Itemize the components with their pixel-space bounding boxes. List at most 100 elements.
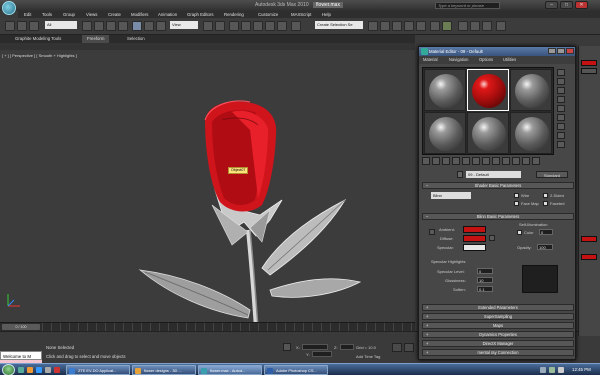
maps-rollout[interactable]: + Maps [422, 322, 574, 329]
rendered-frame-window-icon[interactable] [470, 21, 480, 31]
select-object-icon[interactable] [82, 21, 92, 31]
me-menu-options[interactable]: Options [479, 56, 493, 64]
quicklaunch-icon[interactable] [27, 367, 33, 373]
selection-filter-dropdown[interactable]: All [45, 21, 77, 29]
maxscript-listener[interactable]: Welcome to M [0, 351, 42, 360]
keyboard-shortcut-icon[interactable] [229, 21, 239, 31]
mental-ray-connection-rollout[interactable]: + mental ray Connection [422, 349, 574, 356]
menu-graph-editors[interactable]: Graph Editors [187, 11, 214, 18]
undo-icon[interactable] [5, 21, 15, 31]
help-search-input[interactable]: Type a keyword or phrase [435, 2, 500, 9]
self-illum-color-field[interactable]: 0 [539, 229, 553, 235]
color-swatch-lower-2[interactable] [581, 254, 597, 260]
menu-maxscript[interactable]: MAXScript [291, 11, 311, 18]
material-effects-channel-icon[interactable] [492, 157, 500, 165]
object-color-swatch[interactable] [581, 60, 597, 66]
material-name-field[interactable]: 09 - Default [466, 171, 521, 178]
z-coord-field[interactable] [340, 344, 354, 350]
pivot-icon[interactable] [203, 21, 213, 31]
directx-manager-rollout[interactable]: + DirectX Manager [422, 340, 574, 347]
app-logo-button[interactable] [2, 1, 16, 15]
show-map-in-viewport-icon[interactable] [502, 157, 510, 165]
backlight-icon[interactable] [557, 78, 565, 85]
me-menu-utilities[interactable]: Utilities [503, 56, 516, 64]
start-button[interactable] [2, 364, 15, 375]
dynamics-properties-rollout[interactable]: + Dynamics Properties [422, 331, 574, 338]
redo-icon[interactable] [17, 21, 27, 31]
ribbon-toggle-icon[interactable] [404, 21, 414, 31]
render-production-icon[interactable] [482, 21, 492, 31]
me-close-button[interactable] [566, 48, 574, 54]
options-icon[interactable] [557, 123, 565, 130]
quicklaunch-icon[interactable] [54, 367, 60, 373]
video-color-check-icon[interactable] [557, 105, 565, 112]
taskbar-button-active[interactable]: flower.max - Autod... [198, 365, 262, 375]
align-icon[interactable] [380, 21, 390, 31]
quicklaunch-icon[interactable] [45, 367, 51, 373]
menu-customize[interactable]: Customize [258, 11, 278, 18]
blinn-basic-parameters-rollout[interactable]: – Blinn Basic Parameters [422, 213, 574, 220]
me-maximize-button[interactable] [557, 48, 565, 54]
show-end-result-icon[interactable] [512, 157, 520, 165]
tray-icon[interactable] [558, 367, 564, 373]
y-coord-field[interactable] [312, 351, 332, 357]
layer-manager-icon[interactable] [392, 21, 402, 31]
reference-coord-dropdown[interactable]: View [170, 21, 198, 29]
pick-material-icon[interactable] [457, 171, 463, 178]
specular-color-swatch[interactable] [463, 244, 486, 251]
shader-dropdown[interactable]: Blinn [431, 192, 471, 199]
sample-slot-active[interactable] [467, 69, 509, 111]
supersampling-rollout[interactable]: + SuperSampling [422, 313, 574, 320]
sample-slot[interactable] [510, 112, 552, 154]
snaps-icon[interactable] [241, 21, 251, 31]
me-menu-navigation[interactable]: Navigation [449, 56, 468, 64]
sample-slot[interactable] [424, 112, 466, 154]
opacity-field[interactable]: 100 [537, 244, 553, 250]
wire-checkbox[interactable] [514, 193, 519, 198]
percent-snap-icon[interactable] [265, 21, 275, 31]
taskbar-button[interactable]: flower designs - 3D ... [132, 365, 196, 375]
me-menu-material[interactable]: Material [423, 56, 438, 64]
mirror-icon[interactable] [368, 21, 378, 31]
auto-key-button[interactable] [392, 343, 402, 352]
taskbar-button[interactable]: Adobe Photoshop CS... [264, 365, 328, 375]
quicklaunch-icon[interactable] [36, 367, 42, 373]
assign-material-icon[interactable] [442, 157, 450, 165]
two-sided-checkbox[interactable] [543, 193, 548, 198]
lock-ambient-diffuse-icon[interactable] [429, 229, 435, 235]
extended-parameters-rollout[interactable]: + Extended Parameters [422, 304, 574, 311]
add-time-tag-button[interactable]: Add Time Tag [356, 354, 380, 359]
make-unique-icon[interactable] [472, 157, 480, 165]
rect-selection-icon[interactable] [106, 21, 116, 31]
sample-slot[interactable] [467, 112, 509, 154]
selection-lock-icon[interactable] [283, 343, 291, 351]
material-type-button[interactable]: Standard [536, 171, 568, 178]
shader-basic-parameters-rollout[interactable]: – Shader Basic Parameters [422, 182, 574, 189]
manipulate-icon[interactable] [215, 21, 225, 31]
sample-slot[interactable] [510, 69, 552, 111]
quicklaunch-icon[interactable] [18, 367, 24, 373]
x-coord-field[interactable] [302, 344, 328, 350]
maximize-button[interactable]: □ [560, 1, 573, 9]
set-key-button[interactable] [404, 343, 414, 352]
menu-views[interactable]: Views [86, 11, 97, 18]
material-map-navigator-icon[interactable] [557, 141, 565, 148]
viewport-label[interactable]: [ + ] [ Perspective ] [ Smooth + Highlig… [2, 53, 77, 58]
close-button[interactable]: ✕ [575, 1, 588, 9]
menu-modifiers[interactable]: Modifiers [131, 11, 148, 18]
minimize-button[interactable]: – [545, 1, 558, 9]
make-preview-icon[interactable] [557, 114, 565, 121]
material-editor-window[interactable]: Material Editor - 09 - Default Material … [418, 46, 576, 360]
me-minimize-button[interactable] [548, 48, 556, 54]
menu-edit[interactable]: Edit [24, 11, 31, 18]
volume-icon[interactable] [549, 367, 555, 373]
rose-model[interactable] [0, 50, 415, 328]
angle-snap-icon[interactable] [253, 21, 263, 31]
uv-tiling-icon[interactable] [557, 96, 565, 103]
put-to-library-icon[interactable] [482, 157, 490, 165]
diffuse-color-swatch[interactable] [463, 235, 486, 242]
self-illum-color-checkbox[interactable] [517, 230, 522, 235]
rotate-icon[interactable] [144, 21, 154, 31]
tab-selection[interactable]: Selection [122, 35, 150, 43]
color-swatch-lower[interactable] [581, 236, 597, 242]
